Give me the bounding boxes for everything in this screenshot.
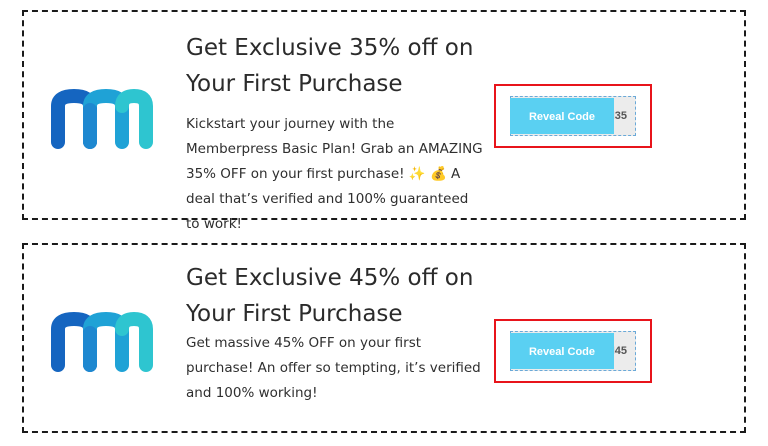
offer-title: Get Exclusive 45% off on Your First Purc… (186, 265, 474, 327)
offer-title: Get Exclusive 35% off on Your First Purc… (186, 35, 474, 97)
coupon-card: Get Exclusive 45% off on Your First Purc… (22, 243, 746, 433)
memberpress-logo-icon (46, 307, 158, 387)
reveal-code-highlight: H45 Reveal Code (494, 319, 652, 383)
coupon-card: Get Exclusive 35% off on Your First Purc… (22, 10, 746, 232)
memberpress-logo-icon (46, 84, 158, 164)
reveal-code-highlight: H35 Reveal Code (494, 84, 652, 148)
reveal-code-button[interactable]: Reveal Code (510, 333, 614, 369)
reveal-code-button[interactable]: Reveal Code (510, 98, 614, 134)
offer-description: Get massive 45% OFF on your first purcha… (186, 335, 481, 401)
offer-description: Kickstart your journey with the Memberpr… (186, 116, 483, 232)
